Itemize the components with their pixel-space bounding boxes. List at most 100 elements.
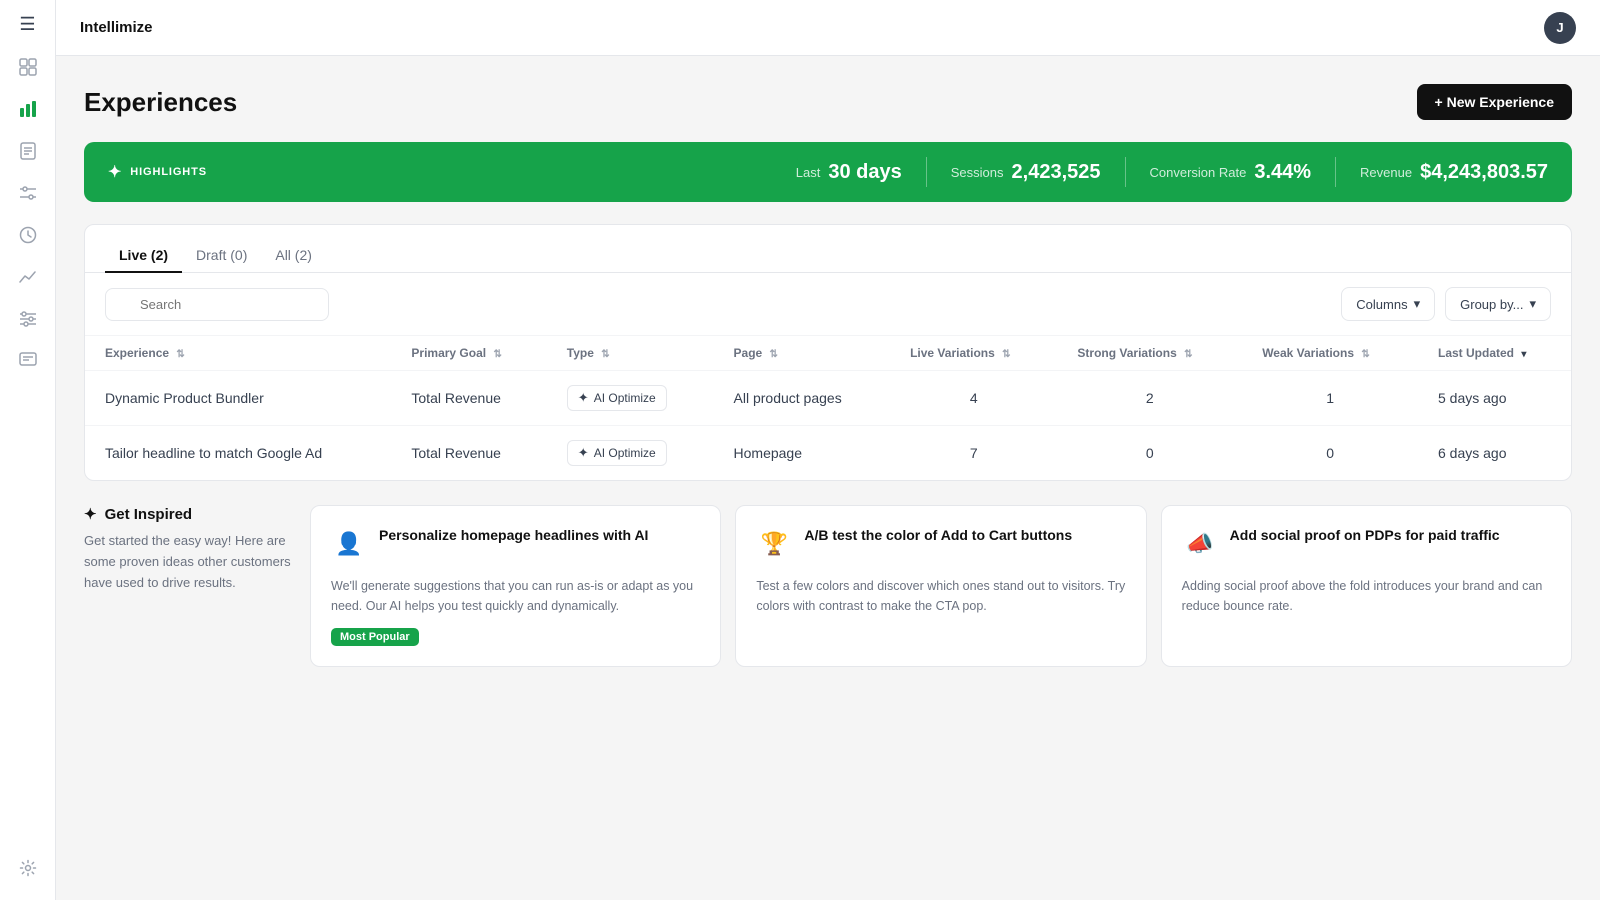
highlights-sessions-stat: Sessions 2,423,525	[951, 161, 1101, 184]
card-description: We'll generate suggestions that you can …	[331, 576, 700, 616]
card-title: A/B test the color of Add to Cart button…	[804, 526, 1072, 546]
highlights-last-stat: Last 30 days	[796, 161, 902, 184]
tab-live[interactable]: Live (2)	[105, 239, 182, 273]
get-inspired-section: ✦ Get Inspired Get started the easy way!…	[84, 505, 1572, 667]
table-row[interactable]: Dynamic Product Bundler Total Revenue ✦ …	[85, 371, 1571, 426]
tab-draft[interactable]: Draft (0)	[182, 239, 261, 273]
inspiration-cards: 👤 Personalize homepage headlines with AI…	[310, 505, 1572, 667]
avatar[interactable]: J	[1544, 12, 1576, 44]
card-description: Test a few colors and discover which one…	[756, 576, 1125, 616]
th-last-updated[interactable]: Last Updated ▾	[1418, 336, 1571, 371]
chevron-down-icon: ▾	[1529, 296, 1536, 312]
group-by-button[interactable]: Group by... ▾	[1445, 287, 1551, 321]
cell-type: ✦ AI Optimize	[547, 426, 714, 481]
sparkle-icon-2: ✦	[84, 505, 97, 523]
wand-icon: ✦	[578, 445, 589, 461]
brand-name: Intellimize	[80, 19, 153, 36]
card-icon: 🏆	[756, 526, 792, 562]
table-row[interactable]: Tailor headline to match Google Ad Total…	[85, 426, 1571, 481]
card-header: 🏆 A/B test the color of Add to Cart butt…	[756, 526, 1125, 562]
th-type[interactable]: Type ⇅	[547, 336, 714, 371]
menu-icon[interactable]: ☰	[19, 14, 35, 35]
th-live-variations[interactable]: Live Variations ⇅	[890, 336, 1057, 371]
topbar: Intellimize J	[56, 0, 1600, 56]
chevron-down-icon: ▾	[1414, 296, 1421, 312]
columns-button[interactable]: Columns ▾	[1341, 287, 1435, 321]
history-icon[interactable]	[10, 217, 46, 253]
card-title: Add social proof on PDPs for paid traffi…	[1230, 526, 1500, 546]
th-primary-goal[interactable]: Primary Goal ⇅	[391, 336, 546, 371]
card-header: 👤 Personalize homepage headlines with AI	[331, 526, 700, 562]
sort-icon: ⇅	[1361, 349, 1369, 360]
tune-icon[interactable]	[10, 301, 46, 337]
wand-icon: ✦	[578, 390, 589, 406]
sparkle-icon: ✦	[108, 162, 122, 182]
analytics-icon[interactable]	[10, 259, 46, 295]
page-title: Experiences	[84, 87, 237, 118]
messages-icon[interactable]	[10, 343, 46, 379]
cell-weak-variations: 0	[1242, 426, 1418, 481]
th-strong-variations[interactable]: Strong Variations ⇅	[1057, 336, 1242, 371]
divider-3	[1335, 157, 1336, 187]
cell-strong-variations: 0	[1057, 426, 1242, 481]
table-card: Live (2) Draft (0) All (2) Columns	[84, 224, 1572, 481]
sort-icon: ⇅	[493, 349, 501, 360]
content-area: Experiences + New Experience ✦ HIGHLIGHT…	[56, 56, 1600, 900]
cell-primary-goal: Total Revenue	[391, 426, 546, 481]
sort-icon: ⇅	[770, 349, 778, 360]
page-header: Experiences + New Experience	[84, 84, 1572, 120]
cell-type: ✦ AI Optimize	[547, 371, 714, 426]
th-weak-variations[interactable]: Weak Variations ⇅	[1242, 336, 1418, 371]
tab-all[interactable]: All (2)	[261, 239, 326, 273]
card-header: 📣 Add social proof on PDPs for paid traf…	[1182, 526, 1551, 562]
get-inspired-desc: Get started the easy way! Here are some …	[84, 531, 294, 593]
inspiration-card[interactable]: 📣 Add social proof on PDPs for paid traf…	[1161, 505, 1572, 667]
sort-icon: ⇅	[601, 349, 609, 360]
get-inspired-title: ✦ Get Inspired	[84, 505, 294, 523]
new-experience-button[interactable]: + New Experience	[1417, 84, 1572, 120]
tabs: Live (2) Draft (0) All (2)	[85, 225, 1571, 273]
cell-primary-goal: Total Revenue	[391, 371, 546, 426]
experiences-table: Experience ⇅ Primary Goal ⇅ Type ⇅ Page …	[85, 335, 1571, 480]
divider-1	[926, 157, 927, 187]
highlights-label: ✦ HIGHLIGHTS	[108, 162, 207, 182]
sidebar: ☰	[0, 0, 56, 900]
card-icon: 👤	[331, 526, 367, 562]
cell-page: Homepage	[714, 426, 891, 481]
search-input[interactable]	[105, 288, 329, 321]
sort-icon: ⇅	[1002, 349, 1010, 360]
highlights-revenue-stat: Revenue $4,243,803.57	[1360, 161, 1548, 184]
ai-badge: ✦ AI Optimize	[567, 440, 667, 466]
cell-last-updated: 5 days ago	[1418, 371, 1571, 426]
cell-live-variations: 7	[890, 426, 1057, 481]
grid-icon[interactable]	[10, 49, 46, 85]
search-wrapper	[105, 288, 1331, 321]
most-popular-badge: Most Popular	[331, 628, 419, 646]
chart-bar-icon[interactable]	[10, 91, 46, 127]
cell-last-updated: 6 days ago	[1418, 426, 1571, 481]
highlights-banner: ✦ HIGHLIGHTS Last 30 days Sessions 2,423…	[84, 142, 1572, 202]
settings-sliders-icon[interactable]	[10, 175, 46, 211]
sort-desc-icon: ▾	[1521, 349, 1526, 360]
th-experience[interactable]: Experience ⇅	[85, 336, 391, 371]
get-inspired-intro: ✦ Get Inspired Get started the easy way!…	[84, 505, 294, 667]
cell-page: All product pages	[714, 371, 891, 426]
card-description: Adding social proof above the fold intro…	[1182, 576, 1551, 616]
inspiration-card[interactable]: 👤 Personalize homepage headlines with AI…	[310, 505, 721, 667]
cell-experience: Dynamic Product Bundler	[85, 371, 391, 426]
cell-live-variations: 4	[890, 371, 1057, 426]
ai-badge: ✦ AI Optimize	[567, 385, 667, 411]
table-header-row: Experience ⇅ Primary Goal ⇅ Type ⇅ Page …	[85, 336, 1571, 371]
inspiration-card[interactable]: 🏆 A/B test the color of Add to Cart butt…	[735, 505, 1146, 667]
table-controls: Columns ▾ Group by... ▾	[85, 273, 1571, 335]
sort-icon: ⇅	[176, 349, 184, 360]
gear-bottom-icon[interactable]	[10, 850, 46, 886]
highlights-conversion-stat: Conversion Rate 3.44%	[1150, 161, 1312, 184]
document-icon[interactable]	[10, 133, 46, 169]
cell-strong-variations: 2	[1057, 371, 1242, 426]
cell-weak-variations: 1	[1242, 371, 1418, 426]
card-icon: 📣	[1182, 526, 1218, 562]
th-page[interactable]: Page ⇅	[714, 336, 891, 371]
card-title: Personalize homepage headlines with AI	[379, 526, 648, 546]
cell-experience: Tailor headline to match Google Ad	[85, 426, 391, 481]
